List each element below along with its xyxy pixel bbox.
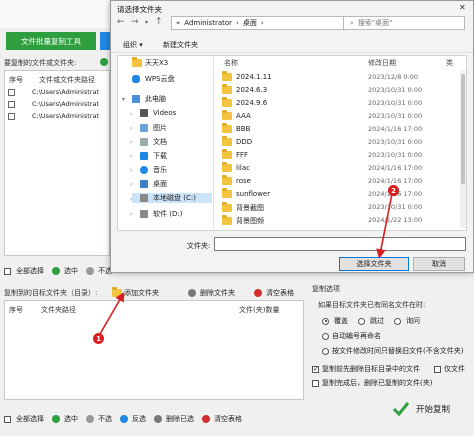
arrow-to-add-folder bbox=[99, 291, 125, 335]
annotation-arrows bbox=[99, 193, 393, 335]
step-marker-2: 2 bbox=[388, 185, 399, 196]
step-marker-1: 1 bbox=[93, 333, 104, 344]
arrow-to-select-folder bbox=[376, 193, 393, 259]
